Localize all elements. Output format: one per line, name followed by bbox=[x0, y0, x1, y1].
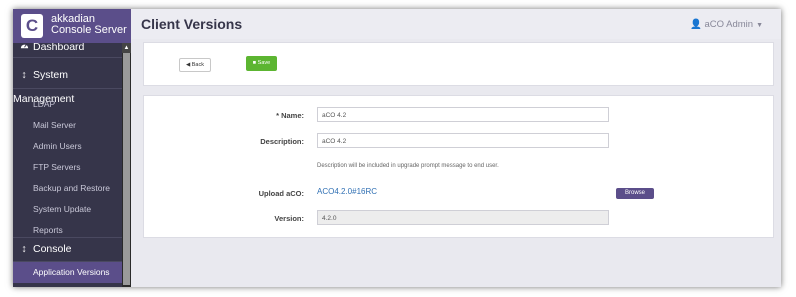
back-button-label: Back bbox=[191, 62, 204, 68]
page-title: Client Versions bbox=[141, 16, 243, 32]
brand-logo: C bbox=[21, 14, 43, 38]
sidebar-item-dashboard[interactable]: Dashboard bbox=[13, 43, 122, 54]
name-label: * Name: bbox=[276, 111, 304, 120]
version-label: Version: bbox=[274, 214, 304, 223]
save-button-label: Save bbox=[257, 60, 271, 66]
upload-label: Upload aCO: bbox=[258, 189, 304, 198]
version-form-panel: * Name: aCO 4.2 Description: aCO 4.2 Des… bbox=[143, 95, 774, 238]
sidebar-item-application-versions[interactable]: Application Versions bbox=[13, 262, 122, 283]
back-arrow-icon: ◀ bbox=[186, 62, 191, 68]
user-menu[interactable]: 👤 aCO Admin ▼ bbox=[690, 19, 763, 30]
sidebar-item-ftp-servers[interactable]: FTP Servers bbox=[13, 162, 122, 172]
description-hint: Description will be included in upgrade … bbox=[317, 163, 499, 169]
sidebar-nav: Dashboard ↕ System Management LDAP Mail S… bbox=[13, 43, 122, 287]
user-icon: 👤 bbox=[690, 19, 702, 30]
dashboard-icon bbox=[19, 43, 29, 54]
description-input[interactable]: aCO 4.2 bbox=[317, 133, 609, 148]
name-input[interactable]: aCO 4.2 bbox=[317, 107, 609, 122]
updown-arrow-icon: ↕ bbox=[21, 243, 27, 255]
user-name: aCO Admin bbox=[704, 19, 754, 30]
description-label: Description: bbox=[260, 137, 304, 146]
scroll-up-arrow-icon[interactable]: ▲ bbox=[122, 43, 131, 53]
save-button[interactable]: ■ Save bbox=[246, 56, 277, 71]
updown-arrow-icon: ↕ bbox=[21, 69, 27, 81]
sidebar-item-reports[interactable]: Reports bbox=[13, 225, 122, 235]
back-button[interactable]: ◀ Back bbox=[179, 58, 211, 72]
sidebar-item-mail-server[interactable]: Mail Server bbox=[13, 120, 122, 130]
save-icon: ■ bbox=[252, 60, 257, 66]
upload-file-link[interactable]: ACO4.2.0#16RC bbox=[317, 187, 377, 196]
divider bbox=[13, 88, 122, 89]
sidebar-item-admin-users[interactable]: Admin Users bbox=[13, 141, 122, 151]
scroll-thumb[interactable] bbox=[123, 53, 130, 285]
sidebar-item-backup-restore[interactable]: Backup and Restore bbox=[13, 183, 122, 193]
sidebar: C akkadian Console Server Dashboard ↕ Sys… bbox=[13, 9, 131, 287]
page-header: Client Versions 👤 aCO Admin ▼ bbox=[131, 9, 781, 39]
divider bbox=[13, 57, 122, 58]
sidebar-scrollbar[interactable]: ▲ bbox=[122, 43, 131, 287]
brand-name: akkadian Console Server bbox=[51, 14, 127, 36]
caret-down-icon: ▼ bbox=[756, 22, 763, 29]
version-field: 4.2.0 bbox=[317, 210, 609, 225]
browse-button[interactable]: Browse bbox=[616, 188, 654, 199]
sidebar-item-ldap[interactable]: LDAP bbox=[13, 99, 122, 109]
sidebar-item-system-management[interactable]: ↕ System Management bbox=[13, 63, 122, 105]
toolbar-panel: ◀ Back ■ Save bbox=[143, 42, 774, 86]
brand-line2: Console Server bbox=[51, 24, 127, 36]
sidebar-item-system-update[interactable]: System Update bbox=[13, 204, 122, 214]
sidebar-item-label: Dashboard bbox=[33, 43, 85, 53]
app-window: C akkadian Console Server Dashboard ↕ Sys… bbox=[13, 9, 781, 287]
brand-header[interactable]: C akkadian Console Server bbox=[13, 9, 131, 43]
sidebar-item-console-management[interactable]: ↕Console Management bbox=[13, 237, 122, 279]
